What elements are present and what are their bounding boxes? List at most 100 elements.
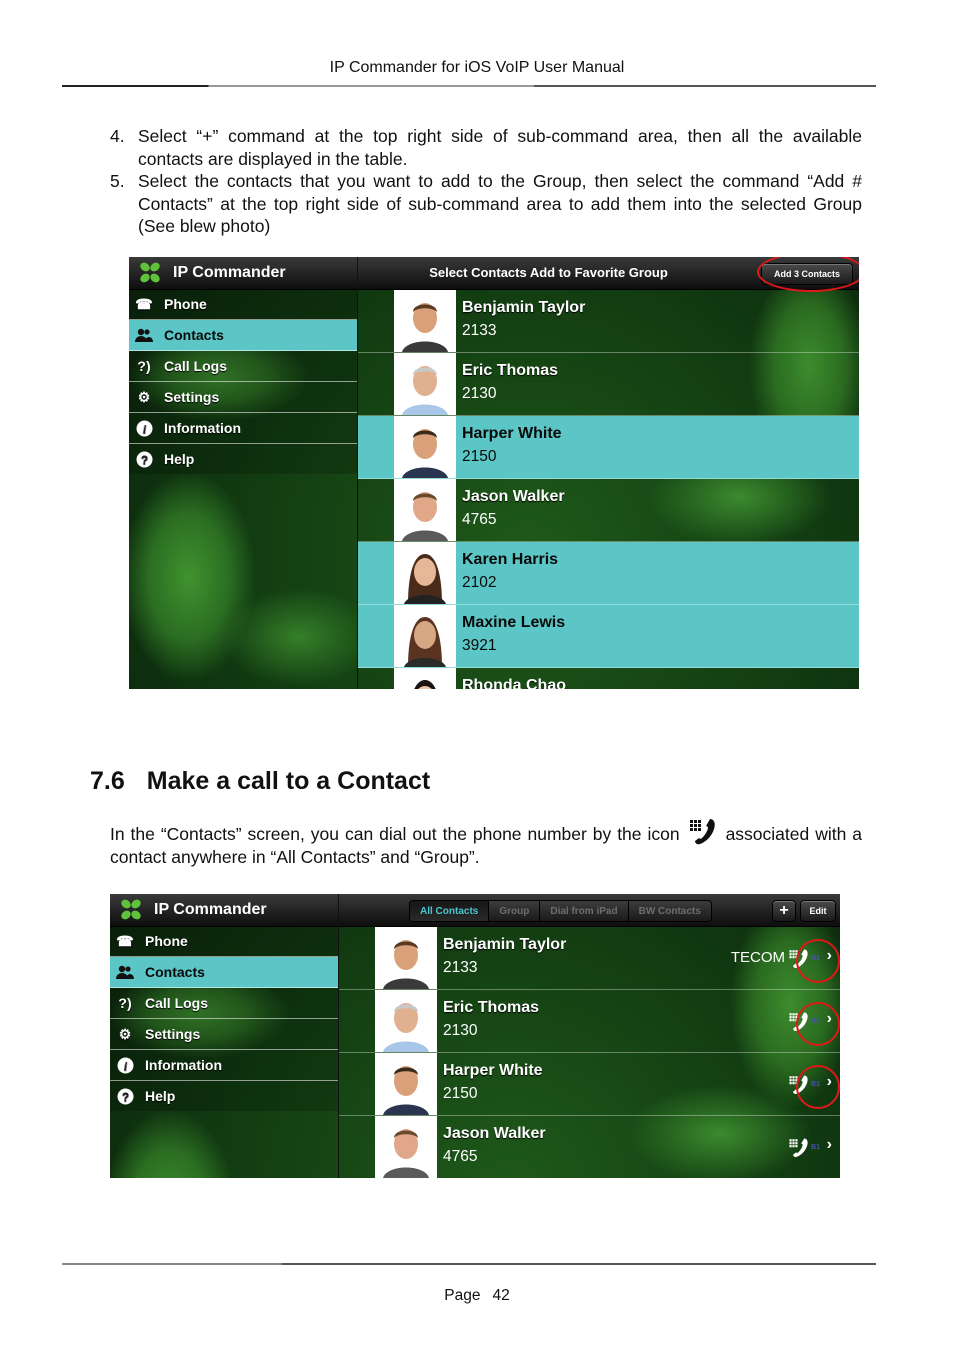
contact-row[interactable]: Benjamin Taylor 2133 TECOM B1 › xyxy=(339,927,840,990)
contact-number: 4765 xyxy=(443,1148,478,1165)
contact-number: 3921 xyxy=(462,637,497,654)
settings-gear-icon: ⚙ xyxy=(118,1025,132,1042)
contact-row[interactable]: Karen Harris 2102 xyxy=(358,542,859,605)
sidebar-item-settings[interactable]: ⚙ Settings xyxy=(129,382,357,413)
sidebar-item-settings[interactable]: ⚙ Settings xyxy=(110,1019,338,1050)
page-header-title: IP Commander for iOS VoIP User Manual xyxy=(329,59,625,76)
contact-name: Eric Thomas xyxy=(462,362,559,379)
step-item: 4. Select “+” command at the top right si… xyxy=(110,125,862,170)
sidebar-item-information[interactable]: i Information xyxy=(110,1050,338,1081)
edit-button[interactable]: Edit xyxy=(800,900,836,922)
step-text: Select the contacts that you want to add… xyxy=(138,171,862,236)
sidebar-item-phone[interactable]: ☎ Phone xyxy=(110,926,338,957)
app-title: IP Commander xyxy=(154,901,267,918)
screen-title: Select Contacts Add to Favorite Group xyxy=(429,265,668,280)
dial-phone-keypad-icon xyxy=(689,819,715,845)
sidebar-item-label: Contacts xyxy=(145,964,205,980)
page-footer: Page 42 xyxy=(0,1287,954,1305)
sidebar-nav: ☎ Phone Contacts ?) Call Logs ⚙ Settings iI… xyxy=(110,926,338,1111)
tab-all-contacts[interactable]: All Contacts xyxy=(410,901,490,921)
screenshot-add-to-group: IP Commander ☎ Phone Contacts ?) Call Logs… xyxy=(129,257,859,689)
contact-number: 2133 xyxy=(462,322,497,339)
contact-name: Harper White xyxy=(462,425,562,442)
step-number: 4. xyxy=(110,126,125,146)
contact-row[interactable]: Harper White 2150 xyxy=(358,416,859,479)
sidebar-item-help[interactable]: ? Help xyxy=(129,444,357,474)
tab-group[interactable]: Group xyxy=(489,901,541,921)
contact-row[interactable]: Harper White 2150 B1 › xyxy=(339,1053,840,1116)
sidebar-item-label: Settings xyxy=(164,389,220,405)
contact-name: Eric Thomas xyxy=(443,999,540,1016)
annotation-circle xyxy=(757,257,859,292)
app-brand: IP Commander xyxy=(118,898,267,922)
sidebar-item-label: Help xyxy=(145,1088,176,1104)
body-paragraph: In the “Contacts” screen, you can dial o… xyxy=(110,818,862,869)
step-text: Select “+” command at the top right side… xyxy=(138,126,862,169)
svg-text:?: ? xyxy=(121,1090,128,1104)
info-icon: i xyxy=(115,1056,135,1074)
sidebar-item-label: Phone xyxy=(145,933,188,949)
call-logs-icon: ?) xyxy=(118,995,132,1011)
sidebar-item-call-logs[interactable]: ?) Call Logs xyxy=(129,351,357,382)
contact-row[interactable]: Eric Thomas 2130 B1 › xyxy=(339,990,840,1053)
avatar xyxy=(394,542,456,604)
sidebar-nav: ☎ Phone Contacts ?) Call Logs ⚙ Settings iI… xyxy=(129,289,357,474)
annotation-circle xyxy=(796,1065,840,1109)
chevron-right-icon[interactable]: › xyxy=(827,1136,832,1154)
avatar xyxy=(394,668,456,689)
contact-number: 2102 xyxy=(462,574,497,591)
account-badge: B1 xyxy=(811,1144,820,1151)
contact-name: Rhonda Chao xyxy=(462,677,566,689)
sidebar-item-label: Information xyxy=(145,1057,222,1073)
contact-row[interactable]: Rhonda Chao xyxy=(358,668,859,689)
contact-row[interactable]: Eric Thomas 2130 xyxy=(358,353,859,416)
contact-number: 4765 xyxy=(462,511,497,528)
contact-name: Karen Harris xyxy=(462,551,559,568)
footer-rule xyxy=(62,1263,876,1265)
screenshot-contacts-dial: IP Commander ☎ Phone Contacts ?) Call Logs… xyxy=(110,894,840,1178)
app-brand: IP Commander xyxy=(137,261,286,285)
contact-number: 2130 xyxy=(443,1022,478,1039)
page-label: Page xyxy=(444,1287,481,1304)
add-button[interactable]: + xyxy=(772,900,796,922)
contact-source-tabs: All Contacts Group Dial from iPad BW Con… xyxy=(409,900,712,922)
contact-row[interactable]: Benjamin Taylor 2133 xyxy=(358,290,859,353)
contact-name: Harper White xyxy=(443,1062,543,1079)
sidebar-item-label: Information xyxy=(164,420,241,436)
help-icon: ? xyxy=(134,450,154,468)
contact-row[interactable]: Jason Walker 4765 xyxy=(358,479,859,542)
sidebar-item-contacts[interactable]: Contacts xyxy=(110,957,338,988)
clover-logo-icon xyxy=(140,262,160,283)
sidebar-item-contacts[interactable]: Contacts xyxy=(129,320,357,351)
dial-phone-keypad-icon[interactable] xyxy=(788,1136,810,1160)
avatar xyxy=(375,990,437,1052)
section-number: 7.6 xyxy=(90,767,125,795)
sidebar: IP Commander ☎ Phone Contacts ?) Call Logs… xyxy=(129,257,358,689)
contact-row[interactable]: Jason Walker 4765 B1 › xyxy=(339,1116,840,1178)
info-icon: i xyxy=(134,419,154,437)
avatar xyxy=(375,927,437,989)
sidebar-item-help[interactable]: ? Help xyxy=(110,1081,338,1111)
section-heading: 7.6 Make a call to a Contact xyxy=(90,767,430,796)
avatar xyxy=(394,605,456,667)
contact-name: Benjamin Taylor xyxy=(462,299,586,316)
contact-name: Jason Walker xyxy=(462,488,565,505)
annotation-circle xyxy=(796,939,840,983)
contact-row[interactable]: Maxine Lewis 3921 xyxy=(358,605,859,668)
sidebar-item-information[interactable]: i Information xyxy=(129,413,357,444)
avatar xyxy=(394,416,456,478)
help-icon: ? xyxy=(115,1087,135,1105)
contact-number: 2133 xyxy=(443,959,478,976)
svg-text:?: ? xyxy=(140,453,147,467)
sidebar-item-call-logs[interactable]: ?) Call Logs xyxy=(110,988,338,1019)
section-title: Make a call to a Contact xyxy=(146,767,431,795)
sidebar-item-phone[interactable]: ☎ Phone xyxy=(129,289,357,320)
contact-name: Maxine Lewis xyxy=(462,614,566,631)
sidebar-item-label: Phone xyxy=(164,296,207,312)
sidebar-item-label: Settings xyxy=(145,1026,201,1042)
tab-dial-from-ipad[interactable]: Dial from iPad xyxy=(540,901,629,921)
annotation-circle xyxy=(796,1002,840,1046)
sidebar: IP Commander ☎ Phone Contacts ?) Call Logs… xyxy=(110,894,339,1178)
avatar xyxy=(375,1116,437,1178)
tab-bw-contacts[interactable]: BW Contacts xyxy=(629,901,711,921)
